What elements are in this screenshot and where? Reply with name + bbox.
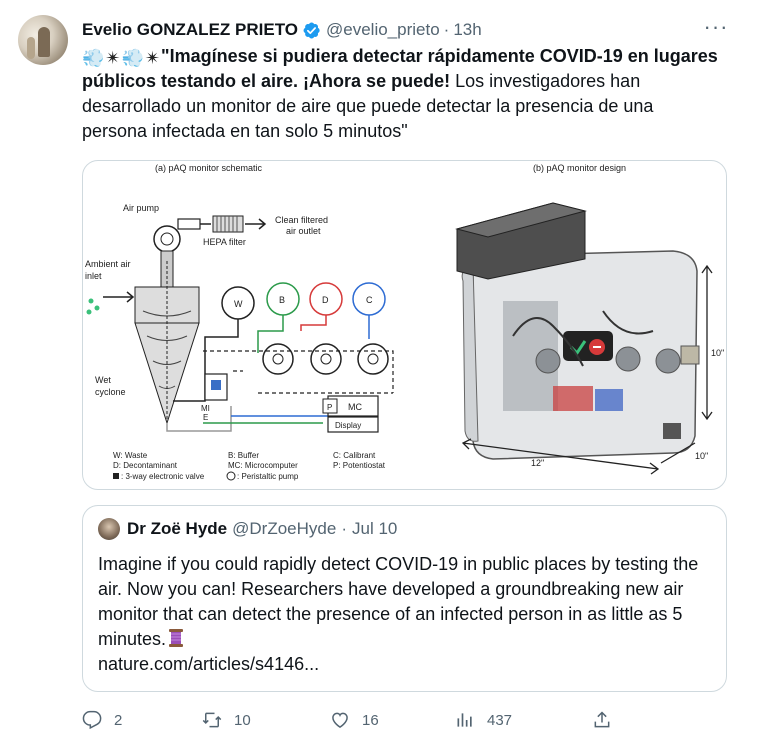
label-dim-depth: 10" [695, 451, 708, 461]
reply-button[interactable]: 2 [82, 705, 122, 735]
label-display: Display [335, 421, 361, 430]
label-me-2: E [203, 413, 208, 422]
label-mc: MC [348, 402, 362, 412]
sparkle-emoji-icon: ✴ [144, 48, 161, 68]
separator-dot: · [443, 20, 450, 39]
like-count: 16 [362, 711, 379, 729]
particle-dot [86, 309, 92, 315]
legend-item: P: Potentiostat [333, 461, 386, 470]
label-me: MI [201, 404, 210, 413]
label-clean-air: Clean filtered [275, 215, 328, 225]
label-ambient: Ambient air [85, 259, 131, 269]
panel-a-title: (a) pAQ monitor schematic [155, 163, 263, 173]
tube-decon [300, 315, 327, 331]
label-ambient-2: inlet [85, 271, 102, 281]
label-air-pump: Air pump [123, 203, 159, 213]
stop-icon-bar [593, 346, 601, 348]
figure-diagram: (a) pAQ monitor schematic (b) pAQ monito… [85, 163, 724, 481]
quoted-tweet[interactable]: Dr Zoë Hyde @DrZoeHyde · Jul 10 Imagine … [82, 505, 727, 692]
label-hepa: HEPA filter [203, 237, 246, 247]
thread-spool-emoji-icon [169, 629, 184, 647]
views-chart-icon [457, 713, 472, 727]
me-sensor-core [211, 380, 221, 390]
share-icon [594, 711, 610, 728]
quoted-tweet-text: Imagine if you could rapidly detect COVI… [98, 552, 718, 677]
pump-outlet [177, 218, 201, 230]
tweet-media-image[interactable]: (a) pAQ monitor schematic (b) pAQ monito… [82, 160, 727, 490]
heart-icon [332, 712, 348, 728]
label-clean-air-2: air outlet [286, 226, 321, 236]
tweet-timestamp[interactable]: 13h [453, 20, 481, 40]
label-d: D [322, 295, 329, 305]
air-pump-icon [153, 225, 181, 253]
more-options-icon[interactable]: ··· [703, 16, 729, 42]
device-blue-block [595, 389, 623, 411]
legend-item: B: Buffer [228, 451, 259, 460]
quoted-tweet-timestamp: Jul 10 [352, 519, 398, 538]
valve-legend-icon [113, 473, 119, 479]
author-handle[interactable]: @evelio_prieto [326, 20, 440, 40]
quoted-author-handle: @DrZoeHyde [232, 519, 337, 538]
peristaltic-pumps [262, 343, 389, 375]
quoted-author-name: Dr Zoë Hyde [127, 519, 228, 538]
figure-legend: W: Waste B: Buffer C: Calibrant D: Decon… [113, 451, 386, 481]
views-button[interactable]: 437 [455, 705, 512, 735]
label-b: B [279, 295, 285, 305]
label-p: P [327, 403, 332, 412]
reply-count: 2 [114, 711, 123, 729]
share-button[interactable] [592, 705, 624, 735]
device-red-block [553, 386, 593, 411]
legend-item: C: Calibrant [333, 451, 376, 460]
device-foot [663, 423, 681, 439]
avatar-figure [38, 27, 50, 57]
legend-item: : Peristaltic pump [237, 472, 299, 481]
reply-icon [82, 710, 102, 730]
tweet[interactable]: Evelio GONZALEZ PRIETO @evelio_prieto · … [0, 0, 772, 750]
schematic-panel: Air pump HEPA filter Clean filtered air … [85, 203, 394, 433]
legend-item: D: Decontaminant [113, 461, 178, 470]
clean-air-arrow [245, 218, 267, 230]
tweet-actions: 2 10 16 437 [82, 705, 722, 735]
legend-item: W: Waste [113, 451, 148, 460]
label-cyclone: cyclone [95, 387, 126, 397]
sparkle-emoji-icon: ✴ [105, 48, 121, 68]
label-c: C [366, 295, 373, 305]
inlet-arrow [103, 291, 135, 303]
panel-b-title: (b) pAQ monitor design [533, 163, 626, 173]
quoted-author-avatar [98, 518, 120, 540]
avatar-figure-detail [27, 37, 35, 59]
device-pump [655, 348, 681, 374]
particle-dot [94, 305, 100, 311]
label-wet: Wet [95, 375, 111, 385]
like-button[interactable]: 16 [330, 705, 379, 735]
device-illustration: 10" 12" 10" [455, 202, 724, 475]
pump-legend-icon [226, 471, 236, 481]
separator-dot: · [341, 519, 347, 538]
quoted-tweet-body: Imagine if you could rapidly detect COVI… [98, 554, 699, 649]
quoted-tweet-link[interactable]: nature.com/articles/s4146... [98, 654, 319, 674]
label-w: W [234, 299, 243, 309]
views-count: 437 [487, 711, 513, 729]
device-pump [535, 348, 561, 374]
label-dim-width: 12" [531, 458, 544, 468]
author-name[interactable]: Evelio GONZALEZ PRIETO [82, 20, 298, 40]
tweet-header: Evelio GONZALEZ PRIETO @evelio_prieto · … [82, 18, 482, 42]
device-pump [615, 346, 641, 372]
author-avatar[interactable] [18, 15, 68, 65]
tweet-text: 💨✴💨✴"Imagínese si pudiera detectar rápid… [82, 44, 722, 144]
dash-emoji-icon: 💨 [121, 48, 144, 68]
retweet-count: 10 [234, 711, 251, 729]
verified-badge-icon [303, 21, 320, 39]
legend-item: : 3-way electronic valve [121, 472, 205, 481]
quoted-tweet-header: Dr Zoë Hyde @DrZoeHyde · Jul 10 [98, 518, 397, 540]
dimension-height [701, 264, 713, 421]
legend-item: MC: Microcomputer [228, 461, 298, 470]
tube-sample [166, 406, 232, 432]
device-port [680, 345, 700, 365]
label-dim-height: 10" [711, 348, 724, 358]
retweet-icon [202, 712, 222, 728]
particle-dot [88, 298, 94, 304]
dash-emoji-icon: 💨 [82, 48, 105, 68]
retweet-button[interactable]: 10 [202, 705, 251, 735]
